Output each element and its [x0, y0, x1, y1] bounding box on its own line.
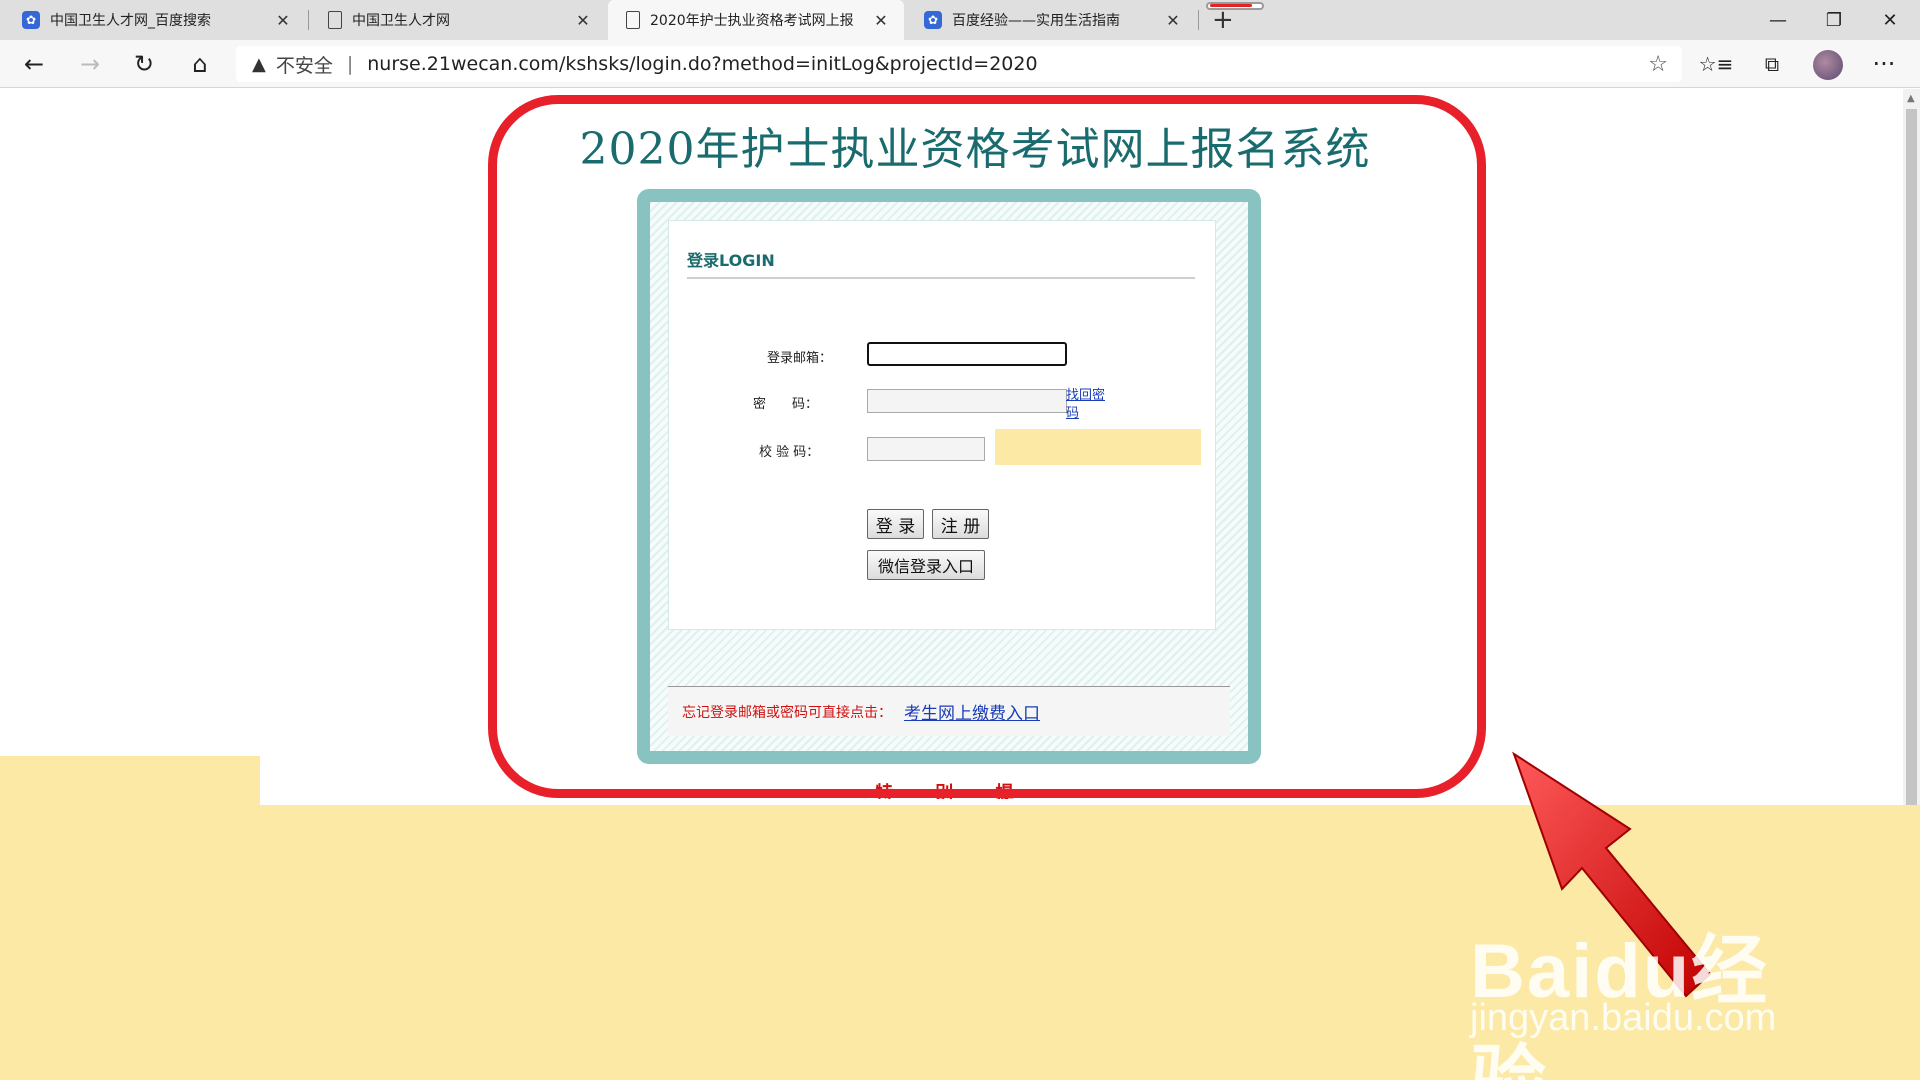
watermark-brand: Baidu经验: [1470, 929, 1770, 1080]
page-content: ▲ 2020年护士执业资格考试网上报名系统 登录LOGIN 登录邮箱： 密 码：…: [0, 89, 1920, 1080]
address-bar[interactable]: ▲ 不安全 | nurse.21wecan.com/kshsks/login.d…: [236, 46, 1682, 82]
url-text[interactable]: nurse.21wecan.com/kshsks/login.do?method…: [367, 53, 1037, 75]
address-divider: |: [346, 53, 354, 75]
tab-nurse-exam[interactable]: 2020年护士执业资格考试网上报 ✕: [608, 0, 904, 40]
tab-title: 中国卫生人才网_百度搜索: [50, 13, 211, 29]
arrow-left-icon: ←: [23, 50, 45, 78]
warning-icon: ▲: [252, 53, 266, 75]
collections-icon: ⧉: [1764, 52, 1780, 76]
tab-title: 百度经验——实用生活指南: [952, 13, 1120, 29]
refresh-button[interactable]: ↻: [124, 44, 164, 84]
arrow-right-icon: →: [79, 50, 101, 78]
scrollbar-thumb[interactable]: [1906, 109, 1917, 805]
baidu-paw-icon: ✿: [22, 11, 40, 29]
avatar[interactable]: [1813, 50, 1843, 80]
refresh-icon: ↻: [133, 50, 155, 78]
forward-button[interactable]: →: [70, 44, 110, 84]
new-tab-button[interactable]: +: [1200, 2, 1264, 36]
close-icon[interactable]: ✕: [870, 11, 892, 30]
close-icon[interactable]: ✕: [272, 11, 294, 30]
tab-divider: [308, 10, 309, 30]
tab-baidu-jingyan[interactable]: ✿ 百度经验——实用生活指南 ✕: [906, 0, 1196, 40]
settings-menu-button[interactable]: ···: [1864, 44, 1904, 84]
home-button[interactable]: ⌂: [180, 44, 220, 84]
scroll-up-icon[interactable]: ▲: [1907, 93, 1915, 104]
star-icon[interactable]: ☆: [1648, 52, 1668, 77]
scrollbar[interactable]: ▲: [1903, 89, 1920, 805]
restore-button[interactable]: ❐: [1806, 0, 1862, 40]
minimize-button[interactable]: —: [1750, 0, 1806, 40]
tab-title: 2020年护士执业资格考试网上报: [650, 13, 854, 29]
tab-baidu-search[interactable]: ✿ 中国卫生人才网_百度搜索 ✕: [4, 0, 306, 40]
more-icon: ···: [1872, 50, 1896, 78]
close-icon[interactable]: ✕: [1162, 11, 1184, 30]
highlight-outline: [488, 95, 1486, 798]
tab-preview-indicator: [1206, 2, 1264, 10]
watermark-site: jingyan.baidu.com: [1470, 997, 1777, 1039]
document-icon: [626, 11, 640, 29]
baidu-paw-icon: ✿: [924, 11, 942, 29]
favorites-button[interactable]: ☆≡: [1696, 44, 1736, 84]
close-window-button[interactable]: ✕: [1862, 0, 1918, 40]
baidu-watermark: Baidu经验 jingyan.baidu.com: [1470, 909, 1830, 1080]
back-button[interactable]: ←: [14, 44, 54, 84]
tab-title: 中国卫生人才网: [352, 13, 450, 29]
tab-bar: ✿ 中国卫生人才网_百度搜索 ✕ 中国卫生人才网 ✕ 2020年护士执业资格考试…: [0, 0, 1920, 40]
collections-button[interactable]: ⧉: [1752, 44, 1792, 84]
document-icon: [328, 11, 342, 29]
security-status[interactable]: 不安全: [276, 51, 333, 78]
tab-divider: [1198, 10, 1199, 30]
tab-wecan[interactable]: 中国卫生人才网 ✕: [310, 0, 606, 40]
close-icon[interactable]: ✕: [572, 11, 594, 30]
home-icon: ⌂: [192, 50, 208, 78]
browser-toolbar: ← → ↻ ⌂ ▲ 不安全 | nurse.21wecan.com/kshsks…: [0, 40, 1920, 88]
favorites-list-icon: ☆≡: [1698, 52, 1734, 76]
